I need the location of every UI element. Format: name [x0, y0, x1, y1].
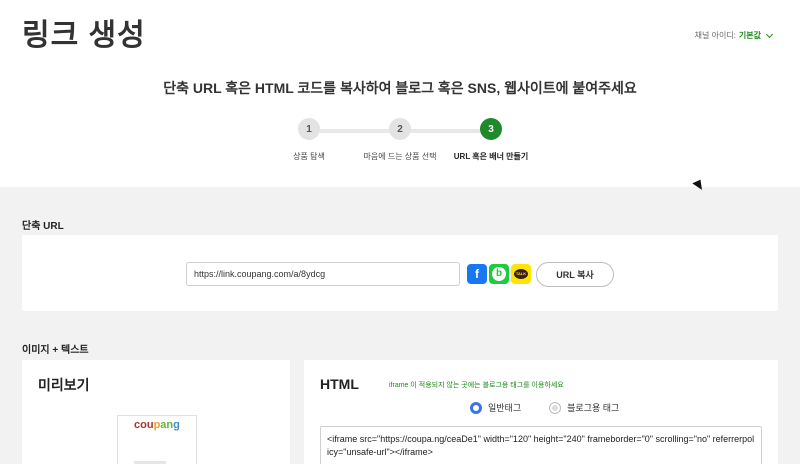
step-3-circle: 3 [480, 118, 502, 140]
short-url-card: https://link.coupang.com/a/8ydcg f b TAL… [22, 235, 778, 311]
kakaotalk-icon[interactable]: TALK [511, 264, 531, 284]
instruction-text: 단축 URL 혹은 HTML 코드를 복사하여 블로그 혹은 SNS, 웹사이트… [163, 80, 637, 96]
top-header: 링크 생성 채널 아이디: 기본값 단축 URL 혹은 HTML 코드를 복사하… [0, 0, 800, 187]
step-2-circle: 2 [389, 118, 411, 140]
radio-normal-label[interactable]: 일반태그 [488, 401, 521, 414]
preview-title: 미리보기 [38, 377, 90, 393]
radio-blog-tag[interactable] [549, 401, 562, 414]
banner-preview: coupang [117, 415, 197, 464]
image-text-heading: 이미지 + 텍스트 [22, 345, 89, 356]
page-title: 링크 생성 [22, 19, 146, 52]
html-title: HTML [320, 376, 359, 392]
radio-blog-label[interactable]: 블로그용 태그 [567, 401, 619, 414]
step-connector [400, 129, 490, 133]
channel-selector[interactable]: 채널 아이디: 기본값 [694, 30, 774, 41]
tag-type-radio-group: 일반태그 블로그용 태그 [470, 401, 619, 414]
chevron-down-icon[interactable] [765, 30, 774, 38]
facebook-icon[interactable]: f [467, 264, 487, 284]
channel-value[interactable]: 기본값 [739, 30, 761, 41]
radio-normal-tag[interactable] [470, 401, 482, 414]
step-2-label: 마음에 드는 상품 선택 [363, 152, 437, 161]
step-1-label: 상품 탐색 [293, 152, 325, 161]
step-1-circle: 1 [298, 118, 320, 140]
html-card: HTML iframe 이 적용되지 않는 곳에는 블로그용 태그를 이용하세요… [304, 360, 778, 464]
step-3-label: URL 혹은 배너 만들기 [453, 152, 529, 161]
progress-stepper: 1 상품 탐색 2 마음에 드는 상품 선택 3 URL 혹은 배너 만들기 [0, 118, 800, 168]
coupang-logo: coupang [134, 419, 180, 431]
html-code-textarea[interactable]: <iframe src="https://coupa.ng/ceaDe1" wi… [320, 426, 762, 464]
url-copy-button[interactable]: URL 복사 [536, 262, 614, 287]
band-icon[interactable]: b [489, 264, 509, 284]
preview-card: 미리보기 coupang [22, 360, 290, 464]
channel-label: 채널 아이디: [694, 31, 736, 40]
iframe-notice: iframe 이 적용되지 않는 곳에는 블로그용 태그를 이용하세요 [389, 382, 564, 389]
short-url-field[interactable]: https://link.coupang.com/a/8ydcg [186, 262, 460, 286]
short-url-heading: 단축 URL [22, 221, 64, 232]
step-connector [310, 129, 400, 133]
